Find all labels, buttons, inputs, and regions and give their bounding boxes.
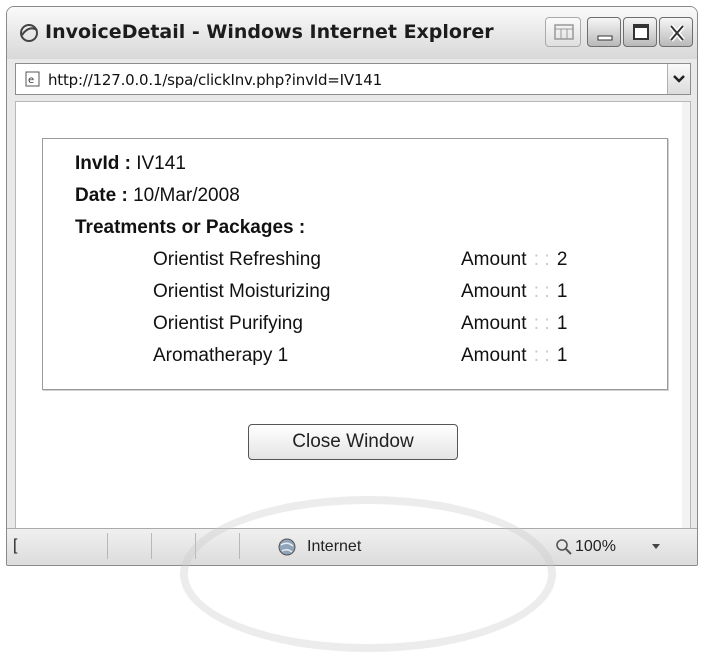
status-cell (155, 533, 196, 559)
amount-label: Amount (461, 345, 527, 366)
item-amount: Amount : : 1 (461, 313, 567, 335)
maximize-button[interactable] (623, 17, 657, 47)
status-cell (67, 533, 108, 559)
ie-logo-icon (19, 23, 39, 43)
invoice-panel: InvId : IV141 Date : 10/Mar/2008 Treatme… (42, 138, 668, 390)
internet-zone[interactable]: Internet (277, 529, 477, 565)
minimize-icon (597, 35, 613, 41)
page-content: InvId : IV141 Date : 10/Mar/2008 Treatme… (15, 101, 691, 531)
window-title: InvoiceDetail - Windows Internet Explore… (45, 21, 494, 43)
address-bar[interactable]: e http://127.0.0.1/spa/clickInv.php?invI… (15, 63, 691, 95)
amount-separator: : : (533, 249, 550, 270)
close-window-x-button[interactable] (659, 17, 693, 47)
url-text[interactable]: http://127.0.0.1/spa/clickInv.php?invId=… (48, 71, 382, 89)
svg-text:e: e (28, 75, 34, 86)
maximize-icon (633, 24, 649, 40)
address-dropdown-button[interactable] (667, 64, 690, 94)
magnifier-icon (556, 539, 572, 555)
ie-page-icon: e (24, 70, 42, 93)
amount-separator: : : (533, 345, 550, 366)
invid-label: InvId : (75, 153, 131, 174)
status-left-text: [ (13, 537, 18, 554)
amount-label: Amount (461, 249, 527, 270)
treatments-label: Treatments or Packages : (75, 217, 306, 238)
amount-value: 1 (556, 345, 568, 366)
ie-window: InvoiceDetail - Windows Internet Explore… (6, 6, 698, 566)
compatibility-view-button[interactable] (545, 17, 581, 47)
amount-value: 1 (556, 313, 568, 334)
amount-value: 2 (556, 249, 568, 270)
item-amount: Amount : : 2 (461, 249, 567, 271)
date-value: 10/Mar/2008 (133, 185, 240, 206)
status-cell (199, 533, 240, 559)
item-name: Orientist Moisturizing (153, 281, 331, 302)
zoom-control[interactable]: 100% (555, 529, 675, 565)
chevron-down-icon (652, 544, 660, 549)
title-bar: InvoiceDetail - Windows Internet Explore… (7, 7, 697, 59)
close-window-button[interactable]: Close Window (248, 424, 458, 460)
window-grid-icon (554, 24, 574, 40)
zone-text: Internet (307, 538, 362, 555)
amount-label: Amount (461, 313, 527, 334)
globe-icon (278, 538, 296, 556)
item-name: Orientist Refreshing (153, 249, 321, 270)
item-name: Aromatherapy 1 (153, 345, 289, 366)
status-bar: [ Internet 100% (7, 528, 697, 565)
date-row: Date : 10/Mar/2008 (75, 185, 240, 207)
close-icon (669, 24, 685, 42)
item-amount: Amount : : 1 (461, 281, 567, 303)
amount-value: 1 (556, 281, 568, 302)
amount-separator: : : (533, 313, 550, 334)
chevron-down-icon (673, 75, 685, 83)
amount-label: Amount (461, 281, 527, 302)
item-amount: Amount : : 1 (461, 345, 567, 367)
zoom-level: 100% (575, 538, 616, 555)
amount-separator: : : (533, 281, 550, 302)
invid-value: IV141 (136, 153, 186, 174)
date-label: Date : (75, 185, 128, 206)
minimize-button[interactable] (587, 17, 621, 47)
item-name: Orientist Purifying (153, 313, 303, 334)
vertical-scrollbar[interactable] (682, 102, 690, 530)
status-cell (111, 533, 152, 559)
invid-row: InvId : IV141 (75, 153, 186, 175)
